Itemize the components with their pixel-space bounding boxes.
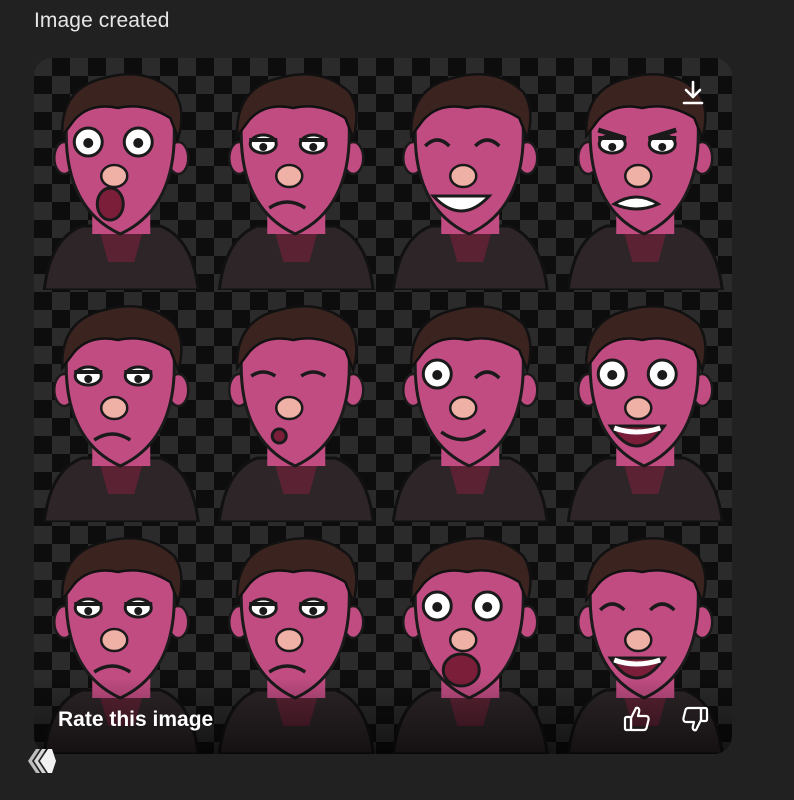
- sticker-panel: [209, 58, 384, 290]
- download-icon: [682, 80, 704, 105]
- thumbs-up-icon: [623, 706, 650, 732]
- sticker-panel: [558, 290, 733, 522]
- generated-image[interactable]: Rate this image: [34, 58, 732, 754]
- sticker-panel: [209, 290, 384, 522]
- assistant-logo-icon: [22, 742, 60, 780]
- thumbs-up-button[interactable]: [620, 702, 654, 736]
- thumbs-down-button[interactable]: [678, 702, 712, 736]
- sticker-panel: [34, 58, 209, 290]
- thumbs-down-icon: [682, 706, 709, 732]
- rating-bar: Rate this image: [34, 678, 732, 754]
- sticker-grid: [34, 58, 732, 754]
- sticker-panel: [383, 58, 558, 290]
- sticker-panel: [383, 290, 558, 522]
- sticker-panel: [34, 290, 209, 522]
- download-button[interactable]: [676, 76, 710, 110]
- rate-label: Rate this image: [58, 708, 214, 731]
- status-label: Image created: [34, 9, 170, 32]
